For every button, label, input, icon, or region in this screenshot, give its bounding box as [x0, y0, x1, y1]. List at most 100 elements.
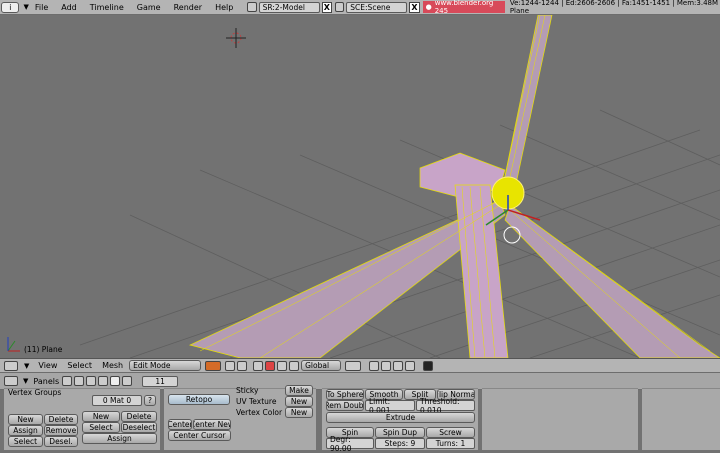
- mode-select[interactable]: Edit Mode: [129, 360, 202, 371]
- steps-field[interactable]: Steps: 9: [375, 438, 425, 449]
- uv-texture-new-button[interactable]: New: [285, 396, 313, 407]
- sticky-make-button[interactable]: Make: [285, 385, 313, 396]
- vertex-color-label: Vertex Color: [236, 408, 283, 417]
- frame-value: 11: [155, 376, 165, 386]
- object-icon[interactable]: [98, 376, 109, 386]
- center-button[interactable]: Center: [168, 419, 192, 430]
- editor-type-buttons-icon[interactable]: [4, 376, 18, 386]
- menu-game[interactable]: Game: [137, 3, 161, 12]
- material-index-value: 0 Mat 0: [102, 396, 132, 405]
- menu-view[interactable]: View: [38, 361, 57, 370]
- panels-label: Panels: [33, 376, 60, 386]
- turns-value: Turns: 1: [435, 439, 466, 448]
- degrees-field[interactable]: Degr: 90.00: [326, 435, 374, 453]
- translate-icon[interactable]: [265, 360, 276, 371]
- buttons-collapse-icon[interactable]: ▼: [23, 377, 28, 385]
- screen-close-icon[interactable]: X: [321, 1, 332, 13]
- draw-type-icon[interactable]: [205, 360, 222, 371]
- select-mode-vertex-icon[interactable]: [369, 360, 380, 371]
- editor-type-button[interactable]: i: [1, 1, 20, 13]
- screen-browse-icon[interactable]: [247, 2, 257, 12]
- extrude-button[interactable]: Extrude: [326, 412, 475, 423]
- layer-icon[interactable]: [345, 360, 362, 371]
- mat-select-button[interactable]: Select: [82, 422, 120, 433]
- scene-name-field[interactable]: SCE:Scene: [346, 1, 408, 13]
- main-menu: File Add Timeline Game Render Help: [35, 3, 246, 12]
- rotate-icon[interactable]: [277, 360, 288, 371]
- vg-deselect-button[interactable]: Desel.: [44, 436, 78, 447]
- retopo-button[interactable]: Retopo: [168, 394, 230, 405]
- menu-mesh[interactable]: Mesh: [102, 361, 123, 370]
- 3d-viewport[interactable]: (11) Plane: [0, 15, 720, 358]
- shading-icon[interactable]: [86, 376, 97, 386]
- logic-icon[interactable]: [62, 376, 73, 386]
- blender-logo-icon: ●: [425, 3, 432, 11]
- turns-field[interactable]: Turns: 1: [426, 438, 475, 449]
- orientation-select[interactable]: Global: [301, 360, 342, 371]
- remove-doubles-button[interactable]: Rem Doubl: [326, 400, 364, 411]
- select-mode-face-icon[interactable]: [393, 360, 404, 371]
- scene-close-icon[interactable]: X: [409, 1, 420, 13]
- editor-type-3d-icon[interactable]: [4, 360, 18, 371]
- axis-widget: [7, 337, 20, 352]
- mat-deselect-button[interactable]: Deselect: [121, 422, 157, 433]
- threshold-field[interactable]: Threshold: 0.010: [416, 397, 475, 415]
- menu-timeline[interactable]: Timeline: [90, 3, 124, 12]
- orientation-label: Global: [305, 361, 330, 370]
- vg-new-button[interactable]: New: [8, 414, 43, 425]
- menu-select[interactable]: Select: [67, 361, 92, 370]
- mode-label: Edit Mode: [133, 361, 171, 370]
- script-icon[interactable]: [74, 376, 85, 386]
- to-sphere-button[interactable]: To Sphere: [326, 389, 364, 400]
- menu-file[interactable]: File: [35, 3, 48, 12]
- steps-value: Steps: 9: [384, 439, 416, 448]
- mat-assign-button[interactable]: Assign: [82, 433, 157, 444]
- scene-browse-icon[interactable]: [334, 2, 345, 12]
- scene-icon[interactable]: [122, 376, 133, 386]
- mat-delete-button[interactable]: Delete: [121, 411, 157, 422]
- render-preview-icon[interactable]: [423, 360, 434, 371]
- menu-add[interactable]: Add: [61, 3, 77, 12]
- empty-panel-2: [642, 388, 720, 450]
- mesh-panel: Retopo Center Center New Center Cursor S…: [164, 385, 316, 450]
- link-materials-panel: Vertex Groups 0 Mat 0 ? New Delete Assig…: [4, 388, 160, 450]
- blender-url[interactable]: ● www.blender.org 245: [422, 0, 505, 15]
- screen-name-field[interactable]: SR:2-Model: [258, 1, 320, 13]
- object-label: (11) Plane: [24, 345, 63, 354]
- center-new-button[interactable]: Center New: [193, 419, 231, 430]
- vg-delete-button[interactable]: Delete: [44, 414, 78, 425]
- vertex-color-new-button[interactable]: New: [285, 407, 313, 418]
- info-header: i ▼ File Add Timeline Game Render Help S…: [0, 0, 720, 15]
- spin-dup-button[interactable]: Spin Dup: [375, 427, 425, 438]
- mesh-tools-panel: To Sphere Smooth Split Flip Normal Rem D…: [322, 388, 478, 453]
- scene-stats: Ve:1244-1244 | Ed:2606-2606 | Fa:1451-14…: [509, 0, 719, 15]
- hand-icon[interactable]: [253, 360, 264, 371]
- vg-remove-button[interactable]: Remove: [44, 425, 78, 436]
- 3d-cursor-icon[interactable]: [226, 28, 246, 48]
- header-collapse-icon[interactable]: ▼: [24, 362, 29, 370]
- turbine-mesh[interactable]: [188, 15, 720, 358]
- frame-field[interactable]: 11: [142, 375, 179, 387]
- pivot-icon[interactable]: [237, 360, 248, 371]
- occlude-icon[interactable]: [405, 360, 416, 371]
- magnet-icon[interactable]: [225, 360, 236, 371]
- collapse-arrow-icon[interactable]: ▼: [23, 3, 28, 11]
- empty-panel-1: [482, 388, 638, 450]
- screw-button[interactable]: Screw: [426, 427, 475, 438]
- material-index-field[interactable]: 0 Mat 0: [92, 395, 142, 406]
- limit-field[interactable]: Limit: 0.001: [365, 397, 415, 415]
- mat-new-button[interactable]: New: [82, 411, 120, 422]
- vg-assign-button[interactable]: Assign: [8, 425, 43, 436]
- scale-icon[interactable]: [289, 360, 300, 371]
- center-cursor-button[interactable]: Center Cursor: [168, 430, 231, 441]
- sticky-label: Sticky: [236, 386, 259, 395]
- editing-icon[interactable]: [110, 376, 121, 386]
- uv-texture-label: UV Texture: [236, 397, 277, 406]
- vg-select-button[interactable]: Select: [8, 436, 43, 447]
- menu-help[interactable]: Help: [215, 3, 233, 12]
- 3d-view-header: ▼ View Select Mesh Edit Mode Global: [0, 358, 720, 373]
- viewport-scene: [7, 15, 720, 358]
- select-mode-edge-icon[interactable]: [381, 360, 392, 371]
- menu-render[interactable]: Render: [174, 3, 202, 12]
- material-help-button[interactable]: ?: [144, 395, 156, 406]
